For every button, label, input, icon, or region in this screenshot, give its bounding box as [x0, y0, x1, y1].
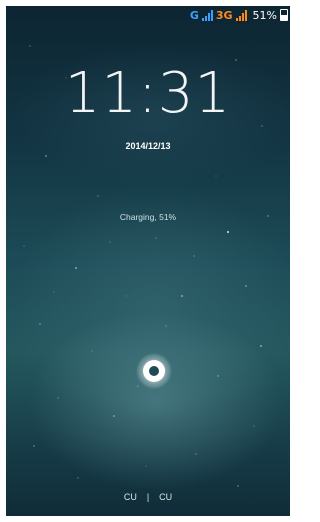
battery-charging-icon	[280, 9, 288, 21]
lock-screen: G 3G 51% 11:31 2014/12/13 Charging, 51% …	[6, 6, 290, 516]
unlock-handle[interactable]	[143, 360, 165, 382]
signal-strength-icon	[235, 9, 247, 21]
sim2-carrier: CU	[159, 492, 173, 502]
charging-status: Charging, 51%	[119, 212, 177, 222]
network2-type: 3G	[215, 8, 233, 22]
battery-percent: 51%	[252, 8, 277, 22]
carrier-labels: CU | CU	[6, 492, 290, 502]
carrier-separator: |	[146, 492, 150, 502]
unlock-handle-center	[149, 366, 159, 376]
signal-strength-icon	[201, 9, 213, 21]
lockscreen-date: 2014/12/13	[125, 141, 171, 151]
lockscreen-clock: 11:31	[64, 61, 232, 126]
network1-type: G	[189, 8, 199, 22]
status-bar: G 3G 51%	[190, 6, 290, 24]
sim1-carrier: CU	[123, 492, 137, 502]
